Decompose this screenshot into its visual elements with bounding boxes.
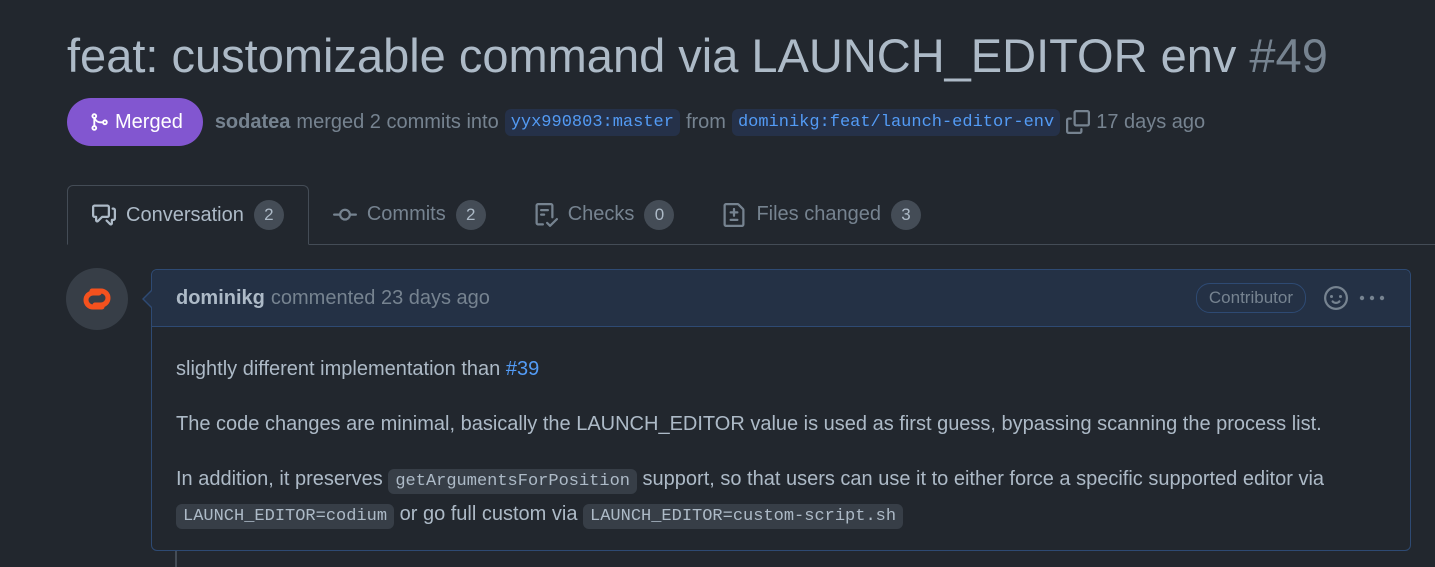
pr-meta: Merged sodatea merged 2 commits into yyx…: [67, 98, 1211, 146]
head-branch-label[interactable]: dominikg:feat/launch-editor-env: [731, 108, 1061, 136]
pr-tabs: Conversation 2 Commits 2 Checks 0 Files …: [67, 185, 1435, 245]
tab-conversation[interactable]: Conversation 2: [67, 185, 309, 245]
paragraph-text: support, so that users can use it to eit…: [636, 468, 1325, 490]
tab-files-changed[interactable]: Files changed 3: [698, 185, 945, 244]
merge-time: 17 days ago: [1096, 110, 1206, 133]
checklist-icon: [535, 202, 558, 227]
comment-paragraph: The code changes are minimal, basically …: [176, 408, 1386, 440]
base-branch-label[interactable]: yyx990803:master: [504, 108, 680, 136]
pr-title: feat: customizable command via LAUNCH_ED…: [67, 29, 1237, 82]
comment-box: dominikg commented 23 days ago Contribut…: [142, 269, 1411, 551]
page-title: feat: customizable command via LAUNCH_ED…: [67, 28, 1328, 84]
comment-paragraph: slightly different implementation than #…: [176, 353, 1386, 385]
tab-counter: 0: [644, 199, 675, 230]
merge-description: merged 2 commits into: [296, 110, 499, 133]
state-label: Merged: [115, 110, 183, 133]
tab-commits[interactable]: Commits 2: [309, 185, 510, 244]
smiley-icon[interactable]: [1324, 286, 1348, 310]
tab-counter: 3: [890, 199, 921, 230]
paragraph-text: or go full custom via: [394, 503, 584, 525]
inline-code: getArgumentsForPosition: [388, 469, 637, 494]
tab-label: Checks: [567, 203, 635, 225]
contributor-badge: Contributor: [1195, 283, 1306, 313]
paragraph-text: slightly different implementation than: [176, 358, 506, 380]
comment-timestamp[interactable]: commented 23 days ago: [271, 287, 490, 310]
user-avatar-logo-icon: [83, 288, 111, 310]
copy-icon[interactable]: [1066, 110, 1091, 134]
kebab-horizontal-icon[interactable]: [1358, 286, 1386, 310]
inline-code: LAUNCH_EDITOR=codium: [176, 504, 395, 529]
comment-header: dominikg commented 23 days ago Contribut…: [152, 270, 1410, 327]
tab-counter: 2: [455, 199, 486, 230]
tab-checks[interactable]: Checks 0: [510, 185, 699, 244]
pull-request-page: feat: customizable command via LAUNCH_ED…: [0, 0, 1435, 567]
issue-link[interactable]: #39: [506, 358, 539, 380]
pr-number: #49: [1249, 29, 1328, 82]
comment-paragraph: In addition, it preserves getArgumentsFo…: [176, 463, 1386, 533]
tab-label: Commits: [366, 203, 446, 225]
merged-by-user-link[interactable]: sodatea: [215, 111, 291, 134]
paragraph-text: In addition, it preserves: [176, 468, 389, 490]
inline-code: LAUNCH_EDITOR=custom-script.sh: [583, 504, 904, 529]
comment-discussion-icon: [92, 204, 116, 226]
tab-counter: 2: [253, 200, 284, 230]
avatar[interactable]: [66, 268, 128, 330]
file-diff-icon: [723, 202, 745, 227]
comment-author-link[interactable]: dominikg: [176, 287, 265, 310]
git-merge-icon: [91, 113, 108, 131]
merged-state-badge: Merged: [67, 98, 203, 146]
tab-label: Files changed: [756, 203, 881, 225]
from-text: from: [685, 110, 726, 133]
paragraph-text: The code changes are minimal, basically …: [176, 413, 1322, 435]
tab-label: Conversation: [126, 203, 244, 226]
comment-body: slightly different implementation than #…: [152, 327, 1410, 533]
git-commit-icon: [332, 208, 357, 221]
